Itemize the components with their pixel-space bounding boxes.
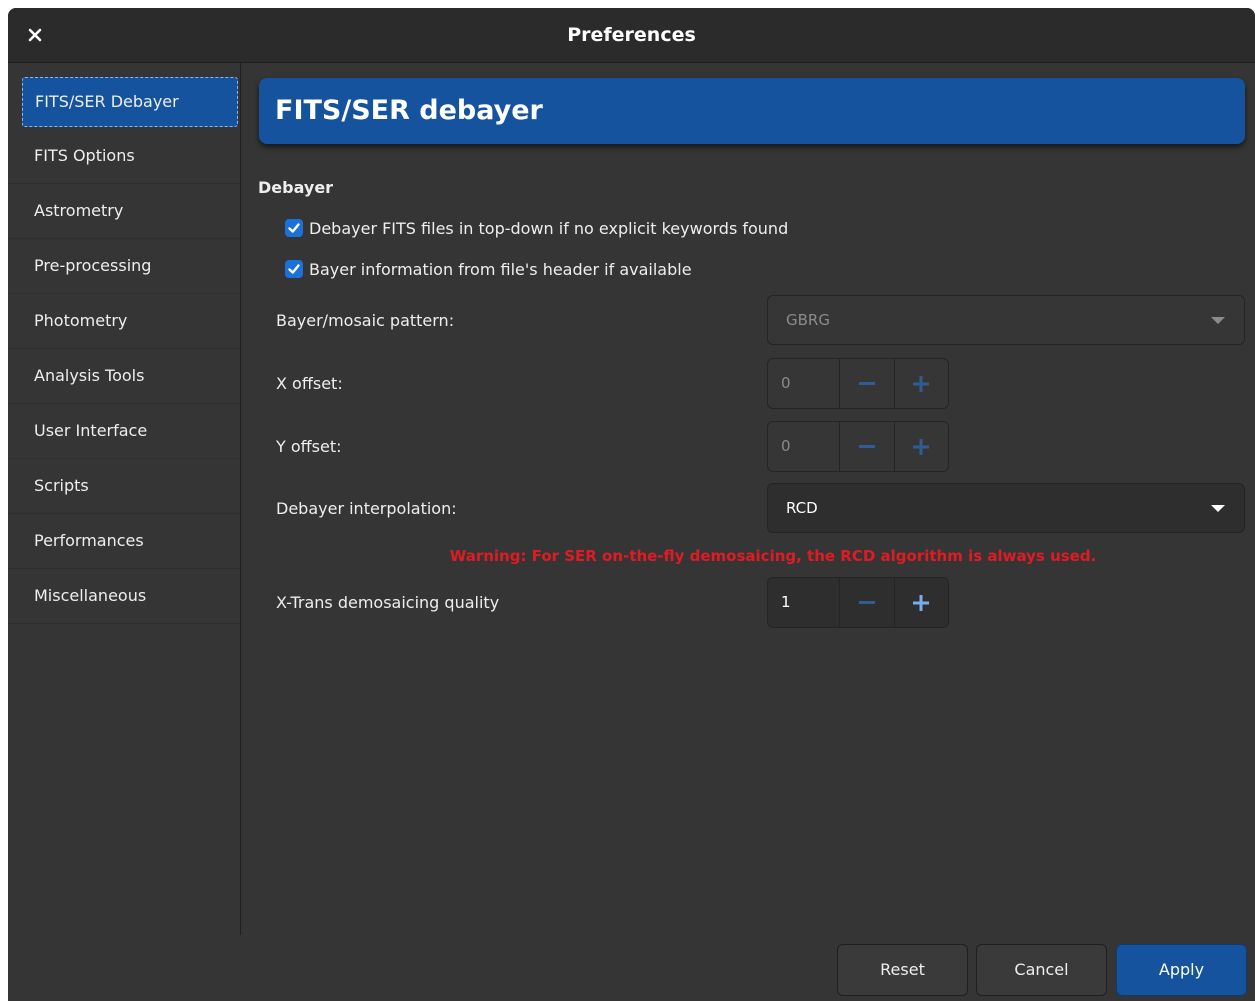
x-offset-decrement-button[interactable] [839, 359, 893, 408]
y-offset-decrement-button[interactable] [839, 422, 893, 471]
checkmark-icon [288, 264, 300, 274]
debayer-interpolation-value: RCD [786, 499, 818, 517]
bayer-pattern-dropdown[interactable]: GBRG [767, 295, 1245, 345]
xtrans-quality-value[interactable]: 1 [768, 578, 839, 627]
checkbox-bayer-header[interactable]: Bayer information from file's header if … [285, 257, 692, 281]
checkbox-topdown[interactable]: Debayer FITS files in top-down if no exp… [285, 216, 788, 240]
x-offset-value[interactable]: 0 [768, 359, 839, 408]
sidebar-item-fits-ser-debayer[interactable]: FITS/SER Debayer [22, 77, 238, 127]
plus-icon [913, 438, 930, 455]
sidebar-item-astrometry[interactable]: Astrometry [8, 184, 240, 239]
window-title: Preferences [567, 24, 696, 46]
y-offset-increment-button[interactable] [893, 422, 948, 471]
xtrans-quality-increment-button[interactable] [893, 578, 948, 627]
xtrans-quality-spinner[interactable]: 1 [767, 577, 949, 628]
checkbox-bayer-header-label: Bayer information from file's header if … [309, 259, 692, 279]
reset-button[interactable]: Reset [837, 944, 968, 996]
bayer-pattern-value: GBRG [786, 311, 830, 329]
minus-icon [858, 381, 875, 385]
dialog-footer: Reset Cancel Apply [8, 935, 1255, 1001]
y-offset-label: Y offset: [276, 437, 342, 456]
rcd-warning-text: Warning: For SER on-the-fly demosaicing,… [449, 547, 1097, 565]
section-heading-debayer: Debayer [258, 178, 334, 197]
chevron-down-icon [1211, 317, 1225, 324]
checkmark-icon [288, 223, 300, 233]
sidebar-item-user-interface[interactable]: User Interface [8, 404, 240, 459]
apply-button[interactable]: Apply [1116, 944, 1247, 996]
content-panel: FITS/SER debayer Debayer Debayer FITS fi… [241, 63, 1255, 935]
sidebar-item-fits-options[interactable]: FITS Options [8, 129, 240, 184]
chevron-down-icon [1211, 505, 1225, 512]
debayer-interpolation-dropdown[interactable]: RCD [767, 483, 1245, 533]
checkbox-topdown-label: Debayer FITS files in top-down if no exp… [309, 218, 789, 238]
xtrans-quality-decrement-button[interactable] [839, 578, 893, 627]
preferences-window: Preferences FITS/SER Debayer FITS Option… [8, 8, 1255, 1001]
minus-icon [858, 600, 875, 604]
minus-icon [858, 444, 875, 448]
page-header-banner: FITS/SER debayer [259, 78, 1245, 144]
sidebar-item-performances[interactable]: Performances [8, 514, 240, 569]
sidebar-item-analysis-tools[interactable]: Analysis Tools [8, 349, 240, 404]
sidebar-item-photometry[interactable]: Photometry [8, 294, 240, 349]
checkbox-checked-icon[interactable] [285, 260, 303, 278]
sidebar: FITS/SER Debayer FITS Options Astrometry… [8, 63, 241, 935]
x-offset-label: X offset: [276, 374, 343, 393]
y-offset-value[interactable]: 0 [768, 422, 839, 471]
xtrans-quality-label: X-Trans demosaicing quality [276, 593, 500, 612]
x-offset-spinner[interactable]: 0 [767, 358, 949, 409]
checkbox-checked-icon[interactable] [285, 219, 303, 237]
page-title: FITS/SER debayer [275, 95, 543, 126]
sidebar-item-pre-processing[interactable]: Pre-processing [8, 239, 240, 294]
y-offset-spinner[interactable]: 0 [767, 421, 949, 472]
debayer-interpolation-label: Debayer interpolation: [276, 499, 457, 518]
plus-icon [913, 375, 930, 392]
x-offset-increment-button[interactable] [893, 359, 948, 408]
plus-icon [913, 594, 930, 611]
sidebar-item-miscellaneous[interactable]: Miscellaneous [8, 569, 240, 624]
title-bar: Preferences [8, 8, 1255, 63]
sidebar-item-scripts[interactable]: Scripts [8, 459, 240, 514]
bayer-pattern-label: Bayer/mosaic pattern: [276, 311, 455, 330]
cancel-button[interactable]: Cancel [976, 944, 1107, 996]
